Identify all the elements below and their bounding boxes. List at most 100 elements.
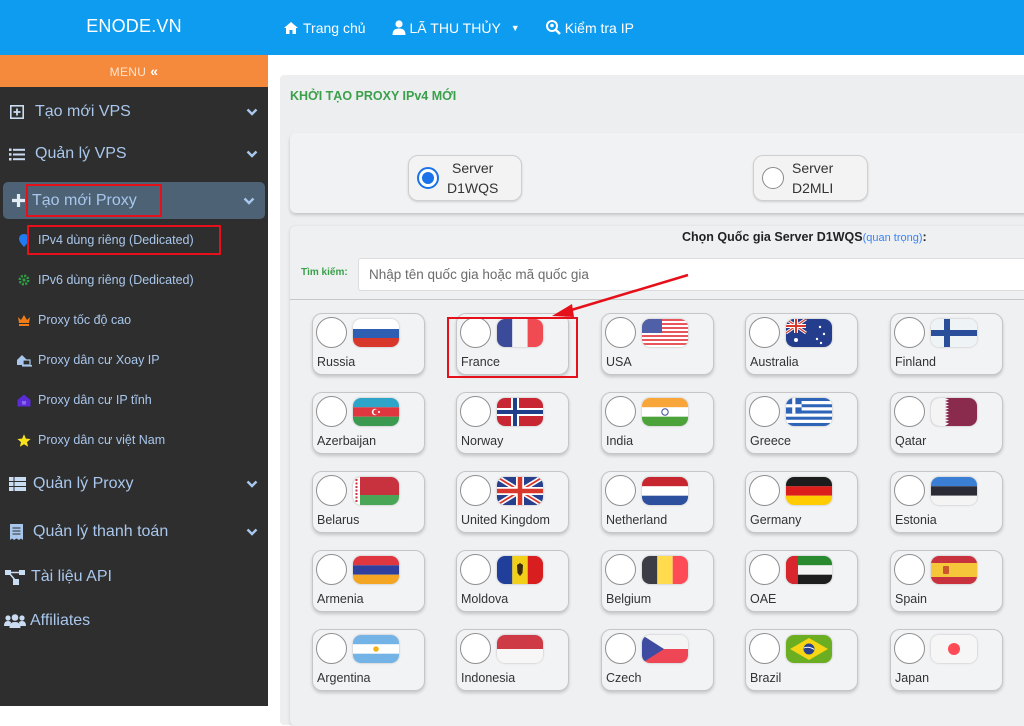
server-option-d1wqs[interactable]: Server D1WQS xyxy=(408,155,522,201)
brand-logo[interactable]: ENODE.VN xyxy=(0,0,268,55)
sitemap-icon xyxy=(4,569,26,585)
radio-unselected-icon[interactable] xyxy=(605,317,636,348)
flag-md-icon xyxy=(497,556,543,584)
radio-unselected-icon[interactable] xyxy=(605,396,636,427)
country-option-es[interactable]: Spain xyxy=(890,550,1003,612)
radio-unselected-icon[interactable] xyxy=(894,633,925,664)
sidebar-subitem-ipv4-dedicated[interactable]: IPv4 dùng riêng (Dedicated) xyxy=(0,225,268,255)
nav-user-menu[interactable]: LÃ THU THỦY ▼ xyxy=(392,20,520,36)
sidebar-subitem-high-speed-proxy[interactable]: Proxy tốc độ cao xyxy=(0,305,268,335)
crown-icon xyxy=(16,314,32,326)
sidebar-subitem-ipv6-dedicated[interactable]: IPv6 dùng riêng (Dedicated) xyxy=(0,265,268,295)
chevron-down-icon xyxy=(246,523,258,541)
flag-jp-icon xyxy=(931,635,977,663)
country-option-ar[interactable]: Argentina xyxy=(312,629,425,691)
flag-us-icon xyxy=(642,319,688,347)
radio-unselected-icon[interactable] xyxy=(894,396,925,427)
radio-unselected-icon[interactable] xyxy=(605,475,636,506)
sidebar-subitem-static-residential[interactable]: Proxy dân cư IP tĩnh xyxy=(0,385,268,415)
country-option-gb[interactable]: United Kingdom xyxy=(456,471,569,533)
radio-unselected-icon[interactable] xyxy=(749,317,780,348)
radio-unselected-icon[interactable] xyxy=(605,633,636,664)
radio-unselected-icon[interactable] xyxy=(316,633,347,664)
country-name: Japan xyxy=(895,671,930,685)
country-option-fr[interactable]: France xyxy=(456,313,569,375)
server-label-line2: D2MLI xyxy=(792,180,834,196)
radio-unselected-icon[interactable] xyxy=(316,317,347,348)
radio-selected-icon[interactable] xyxy=(417,167,439,189)
country-option-qa[interactable]: Qatar xyxy=(890,392,1003,454)
radio-unselected-icon[interactable] xyxy=(894,554,925,585)
country-option-au[interactable]: Australia xyxy=(745,313,858,375)
sidebar-subitem-vietnam-residential[interactable]: Proxy dân cư việt Nam xyxy=(0,425,268,455)
radio-unselected-icon[interactable] xyxy=(460,633,491,664)
nav-home[interactable]: Trang chủ xyxy=(283,20,366,36)
radio-unselected-icon[interactable] xyxy=(460,396,491,427)
country-option-in[interactable]: India xyxy=(601,392,714,454)
radio-unselected-icon[interactable] xyxy=(460,475,491,506)
radio-unselected-icon[interactable] xyxy=(749,396,780,427)
server-option-d2mli[interactable]: Server D2MLI xyxy=(753,155,868,201)
sidebar-item-label: Quản lý thanh toán xyxy=(33,523,169,540)
sidebar-item-manage-vps[interactable]: Quản lý VPS xyxy=(0,137,268,171)
country-option-br[interactable]: Brazil xyxy=(745,629,858,691)
country-option-cz[interactable]: Czech xyxy=(601,629,714,691)
users-icon xyxy=(4,614,26,628)
country-option-by[interactable]: Belarus xyxy=(312,471,425,533)
flag-gr-icon xyxy=(786,398,832,426)
flag-ar-icon xyxy=(353,635,399,663)
nav-check-ip-label: Kiểm tra IP xyxy=(564,19,634,36)
receipt-icon xyxy=(5,524,27,540)
country-option-no[interactable]: Norway xyxy=(456,392,569,454)
country-option-fi[interactable]: Finland xyxy=(890,313,1003,375)
country-name: France xyxy=(461,355,500,369)
radio-unselected-icon[interactable] xyxy=(749,475,780,506)
menu-toggle[interactable]: MENU « xyxy=(0,55,268,87)
country-option-gr[interactable]: Greece xyxy=(745,392,858,454)
radio-unselected-icon[interactable] xyxy=(749,554,780,585)
sidebar-item-affiliates[interactable]: Affiliates xyxy=(0,604,268,638)
nav-user-label: LÃ THU THỦY xyxy=(409,19,501,36)
radio-unselected-icon[interactable] xyxy=(762,167,784,189)
flag-in-icon xyxy=(642,398,688,426)
country-option-az[interactable]: Azerbaijan xyxy=(312,392,425,454)
radio-unselected-icon[interactable] xyxy=(316,475,347,506)
radio-unselected-icon[interactable] xyxy=(460,317,491,348)
sidebar-item-create-proxy[interactable]: Tạo mới Proxy xyxy=(3,182,265,219)
sidebar-item-create-vps[interactable]: Tạo mới VPS xyxy=(0,95,268,129)
country-option-am[interactable]: Armenia xyxy=(312,550,425,612)
nav-check-ip[interactable]: Kiểm tra IP xyxy=(545,19,634,36)
radio-unselected-icon[interactable] xyxy=(316,396,347,427)
radio-unselected-icon[interactable] xyxy=(316,554,347,585)
sidebar-item-label: Quản lý VPS xyxy=(35,145,127,162)
country-option-us[interactable]: USA xyxy=(601,313,714,375)
country-option-ae[interactable]: OAE xyxy=(745,550,858,612)
radio-unselected-icon[interactable] xyxy=(749,633,780,664)
sidebar-item-manage-payments[interactable]: Quản lý thanh toán xyxy=(0,515,268,549)
country-option-be[interactable]: Belgium xyxy=(601,550,714,612)
radio-unselected-icon[interactable] xyxy=(894,317,925,348)
country-option-ru[interactable]: Russia xyxy=(312,313,425,375)
house-lock-icon xyxy=(16,394,32,407)
radio-unselected-icon[interactable] xyxy=(605,554,636,585)
sidebar-item-api-docs[interactable]: Tài liệu API xyxy=(0,560,268,594)
sidebar-subitem-rotating-residential[interactable]: Proxy dân cư Xoay IP xyxy=(0,345,268,375)
sidebar-item-manage-proxy[interactable]: Quản lý Proxy xyxy=(0,467,268,501)
radio-unselected-icon[interactable] xyxy=(894,475,925,506)
section-divider xyxy=(290,299,1024,300)
nav-home-label: Trang chủ xyxy=(303,19,366,36)
house-laptop-icon xyxy=(16,354,32,367)
country-option-de[interactable]: Germany xyxy=(745,471,858,533)
radio-unselected-icon[interactable] xyxy=(460,554,491,585)
country-name: USA xyxy=(606,355,632,369)
country-name: Moldova xyxy=(461,592,509,606)
country-option-nl[interactable]: Netherland xyxy=(601,471,714,533)
country-option-md[interactable]: Moldova xyxy=(456,550,569,612)
country-option-ee[interactable]: Estonia xyxy=(890,471,1003,533)
country-option-jp[interactable]: Japan xyxy=(890,629,1003,691)
flag-qa-icon xyxy=(931,398,977,426)
flag-br-icon xyxy=(786,635,832,663)
country-option-id[interactable]: Indonesia xyxy=(456,629,569,691)
country-search-input[interactable] xyxy=(358,258,1024,291)
country-name: Indonesia xyxy=(461,671,516,685)
